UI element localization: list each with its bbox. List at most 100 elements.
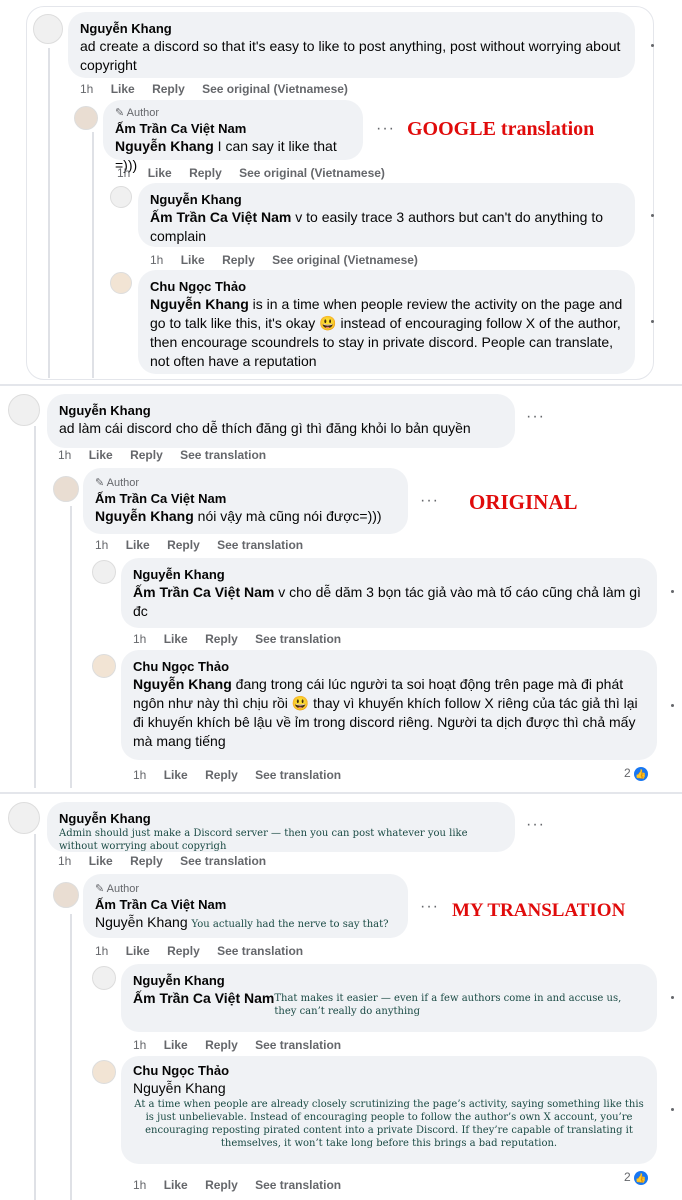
commenter-name[interactable]: Nguyễn Khang xyxy=(59,810,503,827)
user-avatar[interactable] xyxy=(92,654,116,678)
pencil-icon: ✎ xyxy=(95,883,105,895)
comment-actions: 1h Like Reply See translation xyxy=(95,538,304,552)
reply-button[interactable]: Reply xyxy=(130,448,163,462)
mention-link[interactable]: Nguyễn Khang xyxy=(133,676,232,692)
user-avatar[interactable] xyxy=(53,476,79,502)
original-label: ORIGINAL xyxy=(469,490,578,514)
user-avatar[interactable] xyxy=(8,394,40,426)
comment-actions: 1h Like Reply See translation xyxy=(58,854,267,868)
reply-button[interactable]: Reply xyxy=(130,854,163,868)
mention-link[interactable]: Ấm Trần Ca Việt Nam xyxy=(150,209,291,225)
reply-button[interactable]: Reply xyxy=(167,944,200,958)
like-button[interactable]: Like xyxy=(181,253,205,267)
comment-bubble: Nguyễn Khang Ấm Trần Ca Việt Nam v to ea… xyxy=(138,183,635,247)
see-translation-link[interactable]: See translation xyxy=(217,538,303,552)
smile-emoji: 😃 xyxy=(291,695,310,711)
like-button[interactable]: Like xyxy=(148,166,172,180)
commenter-name[interactable]: Nguyễn Khang xyxy=(150,191,623,208)
like-button[interactable]: Like xyxy=(164,1038,188,1052)
commenter-name[interactable]: Chu Ngọc Thảo xyxy=(129,1062,649,1079)
like-button[interactable]: Like xyxy=(126,538,150,552)
commenter-name[interactable]: Ấm Trần Ca Việt Nam xyxy=(95,490,396,507)
commenter-name[interactable]: Ấm Trần Ca Việt Nam xyxy=(95,896,396,913)
user-avatar[interactable] xyxy=(74,106,98,130)
reply-button[interactable]: Reply xyxy=(222,253,255,267)
user-avatar[interactable] xyxy=(110,186,132,208)
reply-button[interactable]: Reply xyxy=(205,1178,238,1192)
comment-bubble: Chu Ngọc Thảo Nguyễn Khang đang trong cá… xyxy=(121,650,657,760)
comment-text: At a time when people are already closel… xyxy=(134,1099,644,1149)
reply-button[interactable]: Reply xyxy=(189,166,222,180)
more-options-icon[interactable]: ··· xyxy=(376,120,395,138)
reaction-count[interactable]: 2 👍 xyxy=(624,1170,649,1185)
comment-bubble: Chu Ngọc Thảo Nguyễn Khang is in a time … xyxy=(138,270,635,374)
more-options-icon[interactable]: ··· xyxy=(526,408,545,426)
mention-link[interactable]: Nguyễn Khang xyxy=(129,1079,649,1098)
user-avatar[interactable] xyxy=(92,1060,116,1084)
see-original-link[interactable]: See original (Vietnamese) xyxy=(202,82,348,96)
reaction-count[interactable]: 2 👍 xyxy=(624,766,649,781)
commenter-name[interactable]: Nguyễn Khang xyxy=(59,402,503,419)
more-options-icon[interactable] xyxy=(651,44,654,47)
comment-actions: 1h Like Reply See translation xyxy=(133,1178,342,1192)
more-options-icon[interactable]: ··· xyxy=(420,898,439,916)
comment-bubble: Nguyễn Khang Admin should just make a Di… xyxy=(47,802,515,852)
reply-button[interactable]: Reply xyxy=(205,1038,238,1052)
more-options-icon[interactable] xyxy=(671,996,674,999)
like-icon: 👍 xyxy=(634,766,649,781)
commenter-name[interactable]: Nguyễn Khang xyxy=(133,972,645,989)
reaction-number: 2 xyxy=(624,1170,631,1184)
like-button[interactable]: Like xyxy=(89,854,113,868)
user-avatar[interactable] xyxy=(33,14,63,44)
thread-line xyxy=(34,834,36,1200)
user-avatar[interactable] xyxy=(53,882,79,908)
see-translation-link[interactable]: See translation xyxy=(255,768,341,782)
like-button[interactable]: Like xyxy=(89,448,113,462)
mention-link[interactable]: Nguyễn Khang xyxy=(95,508,194,524)
comment-actions: 1h Like Reply See translation xyxy=(133,632,342,646)
reply-button[interactable]: Reply xyxy=(167,538,200,552)
more-options-icon[interactable] xyxy=(671,704,674,707)
mention-link[interactable]: Nguyễn Khang xyxy=(150,296,249,312)
like-button[interactable]: Like xyxy=(111,82,135,96)
mention-link[interactable]: Ấm Trần Ca Việt Nam xyxy=(133,989,274,1008)
like-button[interactable]: Like xyxy=(164,1178,188,1192)
commenter-name[interactable]: Chu Ngọc Thảo xyxy=(133,658,645,675)
mention-link[interactable]: Ấm Trần Ca Việt Nam xyxy=(133,584,274,600)
reply-button[interactable]: Reply xyxy=(205,768,238,782)
like-button[interactable]: Like xyxy=(164,768,188,782)
more-options-icon[interactable]: ··· xyxy=(420,492,439,510)
comment-bubble: ✎ Author Ấm Trần Ca Việt Nam Nguyễn Khan… xyxy=(103,100,363,173)
see-translation-link[interactable]: See translation xyxy=(255,632,341,646)
more-options-icon[interactable] xyxy=(651,320,654,323)
more-options-icon[interactable] xyxy=(671,590,674,593)
see-original-link[interactable]: See original (Vietnamese) xyxy=(272,253,418,267)
more-options-icon[interactable]: ··· xyxy=(526,816,545,834)
see-translation-link[interactable]: See translation xyxy=(180,448,266,462)
commenter-name[interactable]: Nguyễn Khang xyxy=(80,20,623,37)
see-original-link[interactable]: See original (Vietnamese) xyxy=(239,166,385,180)
more-options-icon[interactable] xyxy=(671,1108,674,1111)
see-translation-link[interactable]: See translation xyxy=(255,1178,341,1192)
like-button[interactable]: Like xyxy=(126,944,150,958)
reply-button[interactable]: Reply xyxy=(152,82,185,96)
more-options-icon[interactable] xyxy=(651,214,654,217)
like-button[interactable]: Like xyxy=(164,632,188,646)
user-avatar[interactable] xyxy=(92,560,116,584)
see-translation-link[interactable]: See translation xyxy=(217,944,303,958)
see-translation-link[interactable]: See translation xyxy=(180,854,266,868)
user-avatar[interactable] xyxy=(8,802,40,834)
see-translation-link[interactable]: See translation xyxy=(255,1038,341,1052)
comment-text: ad create a discord so that it's easy to… xyxy=(80,38,621,73)
user-avatar[interactable] xyxy=(92,966,116,990)
commenter-name[interactable]: Chu Ngọc Thảo xyxy=(150,278,623,295)
reply-button[interactable]: Reply xyxy=(205,632,238,646)
mention-link[interactable]: Nguyễn Khang xyxy=(95,914,188,930)
commenter-name[interactable]: Nguyễn Khang xyxy=(133,566,645,583)
commenter-name[interactable]: Ấm Trần Ca Việt Nam xyxy=(115,120,351,137)
section-divider xyxy=(0,384,682,386)
mention-link[interactable]: Nguyễn Khang xyxy=(115,138,214,154)
user-avatar[interactable] xyxy=(110,272,132,294)
comment-actions: 1h Like Reply See original (Vietnamese) xyxy=(80,82,362,96)
thread-line xyxy=(92,132,94,378)
